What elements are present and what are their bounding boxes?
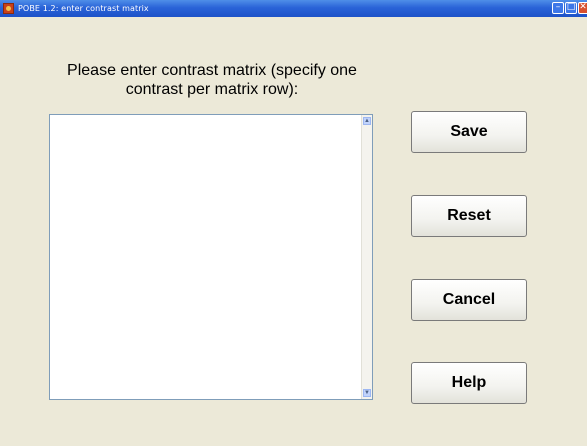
close-icon[interactable]: ✕ [578,2,587,14]
save-button[interactable]: Save [411,111,527,153]
minimize-icon[interactable]: – [552,2,564,14]
arrow-down-icon[interactable]: ▼ [363,389,371,397]
vertical-scrollbar[interactable]: ▲ ▼ [361,115,372,399]
title-bar[interactable]: POBE 1.2: enter contrast matrix – □ ✕ [0,0,587,17]
help-button[interactable]: Help [411,362,527,404]
window-title: POBE 1.2: enter contrast matrix [18,4,149,13]
arrow-up-icon[interactable]: ▲ [363,117,371,125]
prompt-text: Please enter contrast matrix (specify on… [47,61,377,99]
maximize-icon[interactable]: □ [565,2,577,14]
prompt-line-1: Please enter contrast matrix (specify on… [67,62,357,79]
cancel-button[interactable]: Cancel [411,279,527,321]
app-icon [3,3,14,14]
prompt-line-2: contrast per matrix row): [125,81,299,98]
dialog-window: POBE 1.2: enter contrast matrix – □ ✕ Pl… [0,0,587,446]
contrast-matrix-input[interactable]: ▲ ▼ [49,114,373,400]
window-controls: – □ ✕ [552,2,587,14]
reset-button[interactable]: Reset [411,195,527,237]
